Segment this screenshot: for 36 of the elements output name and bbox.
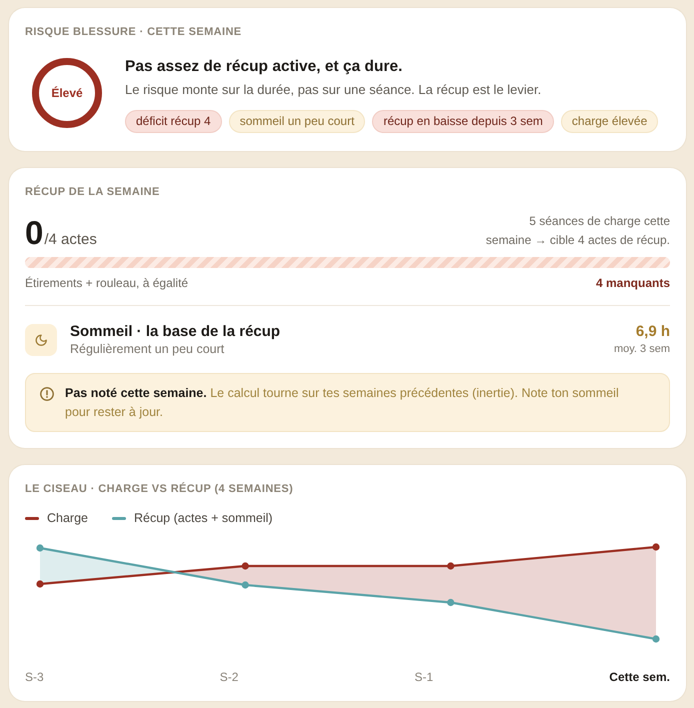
risk-headline: Pas assez de récup active, et ça dure. (125, 57, 402, 77)
card-title: RISQUE BLESSURE · CETTE SEMAINE (25, 25, 243, 39)
card-title: LE CISEAU · CHARGE VS RÉCUP (4 SEMAINES) (25, 482, 294, 496)
sleep-subtitle: Régulièrement un peu court (70, 341, 224, 358)
recovery-target: /4 actes (44, 231, 97, 248)
risk-tag: déficit récup 4 (125, 110, 222, 133)
week-label: Cette sem. (609, 669, 670, 685)
recovery-count: 0 (25, 216, 44, 250)
risk-tag: charge élevée (560, 110, 658, 133)
data-point (36, 544, 44, 552)
data-point (447, 598, 454, 606)
week-label: S-3 (25, 669, 44, 685)
week-label: S-2 (220, 669, 238, 685)
risk-tag: récup en baisse depuis 3 sem (372, 110, 554, 133)
data-point (652, 543, 660, 551)
notice-text: Pas noté cette semaine. Le calcul tourne sur tes semaines précédentes (inertie). Note ton sommeil pour rester à jour. (65, 385, 620, 421)
sleep-average-caption: moy. 3 sem (614, 342, 670, 357)
data-point (652, 635, 660, 643)
risk-level-ring: Élevé (32, 58, 102, 128)
week-label: S-1 (414, 669, 434, 685)
legend-label: Récup (actes + sommeil) (134, 510, 273, 526)
data-point (36, 580, 44, 588)
risk-tag: sommeil un peu court (228, 110, 366, 133)
data-point (242, 562, 249, 570)
risk-description: Le risque monte sur la durée, pas sur une séance. La récup est le levier. (125, 81, 542, 99)
data-point (242, 581, 249, 589)
sleep-average: 6,9 h (636, 322, 670, 341)
info-icon (40, 386, 54, 400)
legend-label: Charge (47, 510, 88, 526)
missing-count: 4 manquants (596, 275, 670, 291)
card-title: RÉCUP DE LA SEMAINE (25, 185, 161, 199)
progress-caption: Étirements + rouleau, à égalité (25, 275, 188, 291)
moon-icon (25, 324, 57, 356)
recovery-note: 5 séances de charge cette semaine → cible 4 actes de récup. (484, 213, 670, 249)
data-point (447, 562, 454, 570)
sleep-title: Sommeil · la base de la récup (70, 322, 280, 341)
